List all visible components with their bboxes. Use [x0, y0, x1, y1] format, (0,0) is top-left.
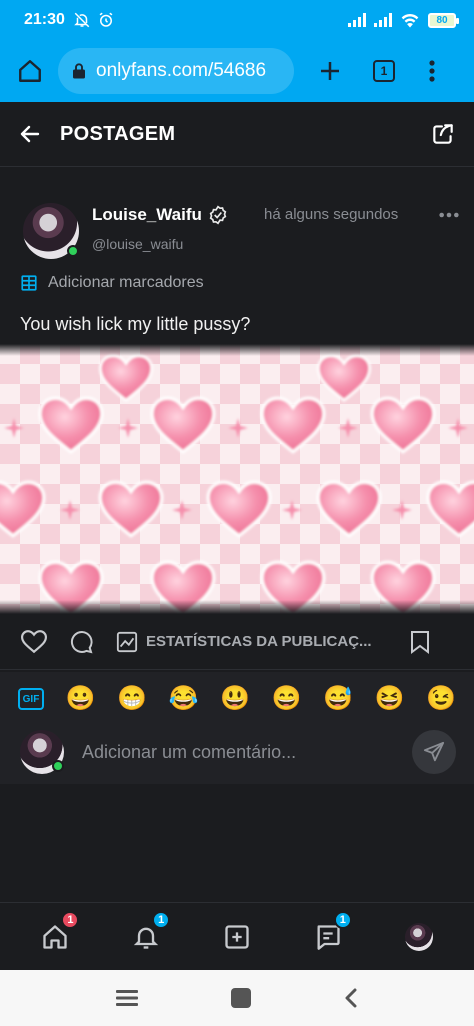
home-square-icon[interactable]	[230, 987, 252, 1009]
post-statistics-button[interactable]: ESTATÍSTICAS DA PUBLICAÇ...	[116, 631, 384, 653]
tab-switcher-button[interactable]: 1	[364, 51, 404, 91]
post-actions: ESTATÍSTICAS DA PUBLICAÇ...	[0, 614, 474, 670]
tab-count: 1	[373, 60, 395, 82]
add-markers-button[interactable]: Adicionar marcadores	[20, 274, 204, 292]
chart-icon	[116, 631, 138, 652]
bookmark-icon	[411, 630, 429, 654]
url-text: onlyfans.com/54686	[96, 60, 267, 81]
more-horizontal-icon[interactable]	[438, 204, 460, 226]
page-title: POSTAGEM	[60, 122, 176, 145]
post-author: Louise_Waifu @louise_waifu há alguns seg…	[20, 200, 460, 262]
emoji-smiley[interactable]: 😃	[220, 687, 250, 711]
alarm-off-icon	[74, 12, 90, 28]
signal-icon	[348, 13, 366, 27]
emoji-grinning[interactable]: 😀	[66, 687, 96, 711]
add-post-icon	[225, 924, 249, 949]
system-navigation-bar	[0, 970, 474, 1026]
avatar[interactable]	[23, 203, 79, 259]
nav-profile[interactable]	[399, 917, 439, 957]
avatar	[404, 922, 433, 951]
nav-new-post[interactable]	[217, 917, 257, 957]
emoji-beaming[interactable]: 😁	[117, 687, 147, 711]
address-bar[interactable]: onlyfans.com/54686	[58, 48, 294, 94]
browser-menu-button[interactable]	[412, 51, 452, 91]
back-chevron-icon[interactable]	[344, 988, 358, 1008]
new-tab-button[interactable]	[310, 51, 350, 91]
home-icon	[19, 60, 41, 82]
nav-home[interactable]: 1	[35, 910, 80, 957]
comment-input[interactable]	[82, 737, 392, 767]
back-arrow-icon[interactable]	[18, 122, 42, 146]
avatar	[20, 730, 64, 774]
page-header: POSTAGEM	[0, 102, 474, 167]
author-handle[interactable]: @louise_waifu	[92, 236, 183, 252]
tag-list-icon	[21, 275, 37, 291]
more-vertical-icon	[429, 60, 435, 82]
post-timestamp: há alguns segundos	[264, 206, 399, 223]
emoji-tears-of-joy[interactable]: 😂	[169, 687, 199, 711]
emoji-bar: GIF 😀 😁 😂 😃 😄 😅 😆 😉	[0, 672, 474, 726]
add-markers-label: Adicionar marcadores	[48, 274, 204, 291]
status-bar: 21:30 80	[0, 0, 474, 40]
heart-icon	[21, 629, 47, 653]
menu-icon[interactable]	[116, 989, 138, 1007]
messages-badge: 1	[333, 910, 352, 929]
browser-home-button[interactable]	[10, 51, 50, 91]
lock-icon	[73, 63, 85, 79]
bottom-navigation: 1 1 1	[0, 902, 474, 970]
author-name[interactable]: Louise_Waifu	[92, 205, 202, 225]
online-indicator	[67, 245, 79, 257]
verified-badge-icon	[209, 205, 227, 225]
emoji-sweat-smile[interactable]: 😅	[323, 687, 353, 711]
battery-icon: 80	[428, 12, 459, 28]
statistics-label: ESTATÍSTICAS DA PUBLICAÇ...	[146, 633, 372, 650]
status-time: 21:30	[24, 11, 65, 28]
online-indicator	[52, 760, 64, 772]
send-icon	[423, 741, 445, 762]
signal-icon	[374, 13, 392, 27]
emoji-smile[interactable]: 😄	[272, 687, 302, 711]
wifi-icon	[401, 13, 419, 28]
nav-notifications[interactable]: 1	[126, 910, 171, 957]
comment-composer	[0, 726, 474, 784]
send-comment-button[interactable]	[412, 730, 456, 774]
comment-bubble-icon	[70, 630, 93, 653]
share-icon[interactable]	[430, 121, 456, 147]
emoji-laughing[interactable]: 😆	[375, 687, 405, 711]
home-badge: 1	[61, 910, 80, 929]
comment-button[interactable]	[68, 628, 96, 656]
emoji-wink[interactable]: 😉	[426, 687, 456, 711]
alarm-icon	[99, 12, 113, 27]
post-image[interactable]	[0, 344, 474, 614]
gif-button[interactable]: GIF	[18, 688, 44, 710]
like-button[interactable]	[20, 628, 48, 656]
notifications-badge: 1	[152, 910, 171, 929]
post-text: You wish lick my little pussy?	[20, 314, 251, 334]
bookmark-button[interactable]	[406, 628, 434, 656]
nav-messages[interactable]: 1	[308, 910, 352, 957]
browser-toolbar: onlyfans.com/54686 1	[0, 40, 474, 102]
plus-icon	[321, 62, 339, 80]
